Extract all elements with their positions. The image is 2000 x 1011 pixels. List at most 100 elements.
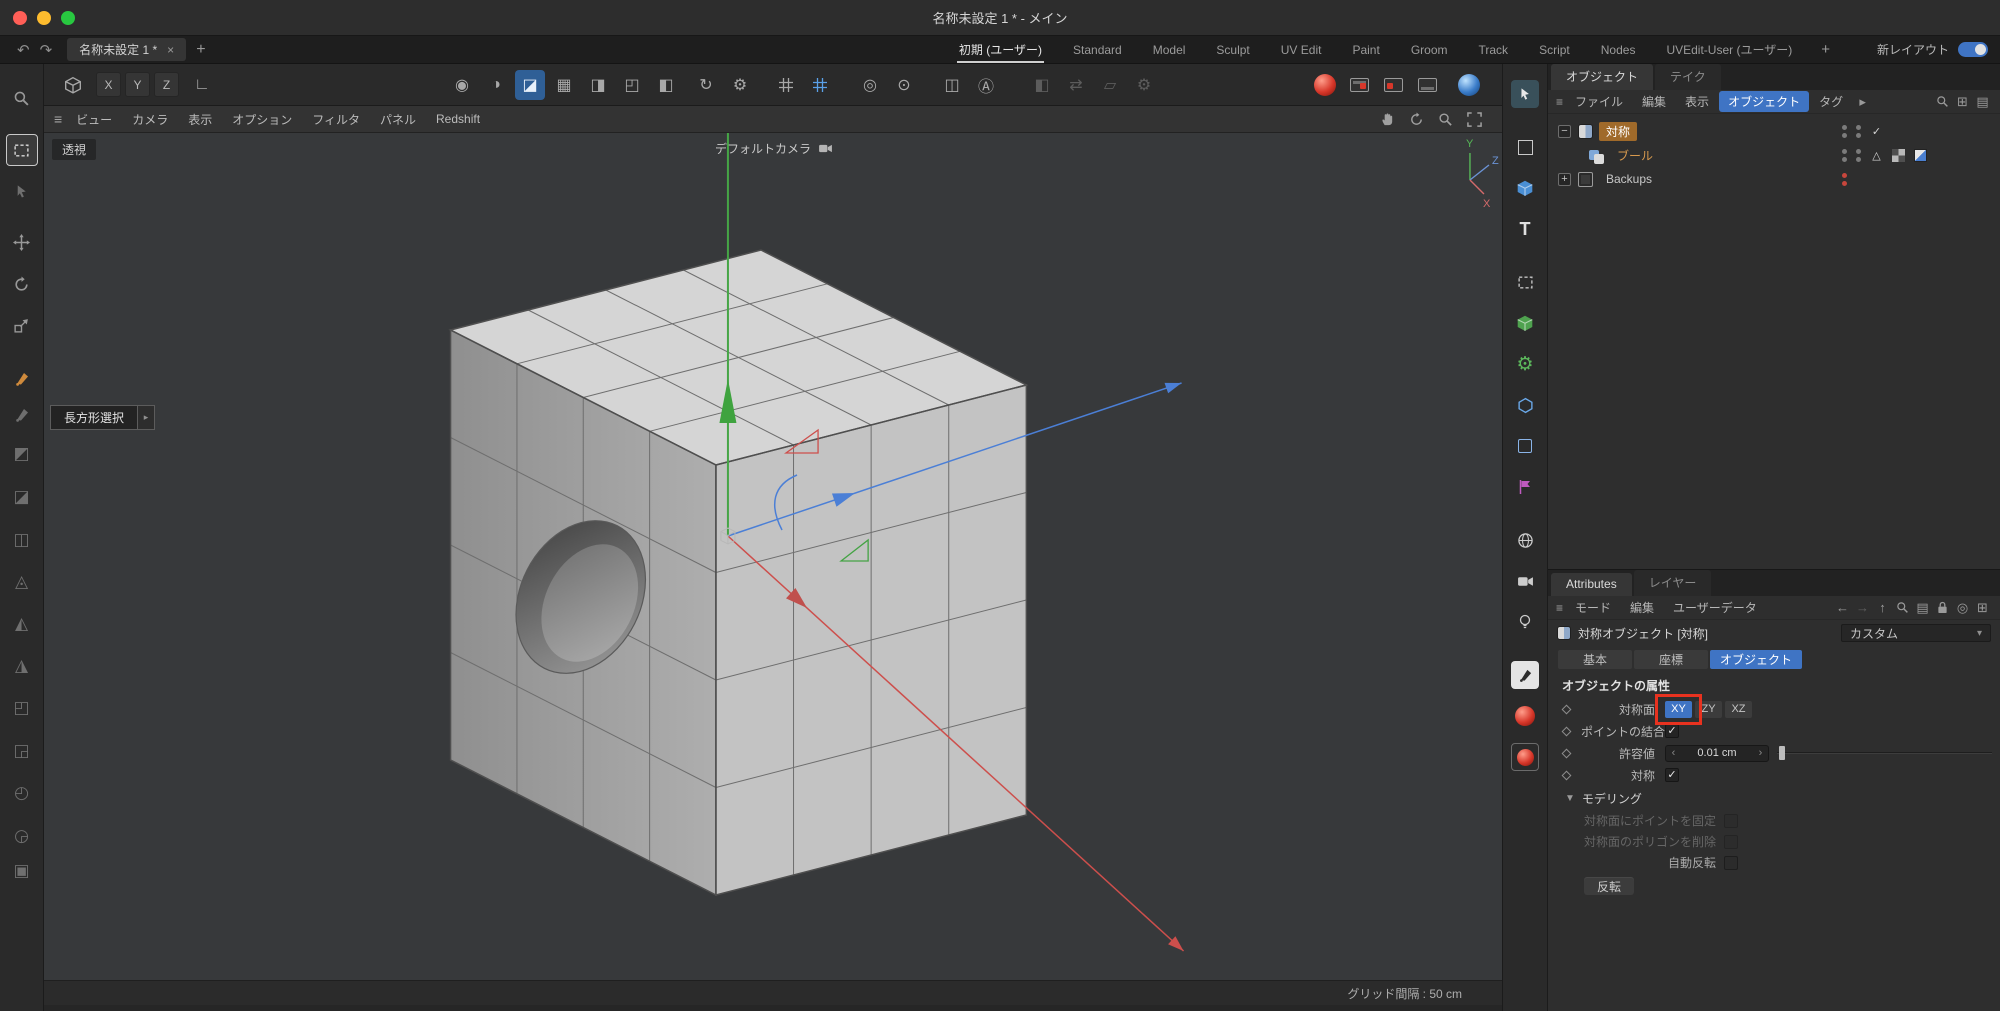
viewport-canvas[interactable]: Y Z X 透視 デフォルトカメラ 長方形選択 ▸ <box>44 133 1502 980</box>
render-settings-button[interactable] <box>1378 70 1408 100</box>
filter-path-icon[interactable]: ⊞ <box>1953 94 1972 110</box>
tolerance-slider[interactable] <box>1777 746 1992 760</box>
workplane-mode-button[interactable]: ◫ <box>937 70 967 100</box>
stepper-increment-icon[interactable]: › <box>1753 747 1768 759</box>
interactive-render-button[interactable] <box>1454 70 1484 100</box>
quantize-button[interactable]: ⊙ <box>889 70 919 100</box>
redo-icon[interactable]: ↷ <box>35 41 58 59</box>
move-tool-icon[interactable] <box>6 226 38 258</box>
om-menu-tags[interactable]: タグ <box>1810 91 1852 112</box>
undo-icon[interactable]: ↶ <box>12 41 35 59</box>
blue-cube-icon[interactable] <box>1511 174 1539 202</box>
document-tab[interactable]: 名称未設定 1 * × <box>67 38 187 61</box>
modeling-tool-icon[interactable]: ◰ <box>6 692 38 724</box>
make-editable-button[interactable]: ◉ <box>447 70 477 100</box>
viewport-menu-options[interactable]: オプション <box>222 108 302 131</box>
layout-tab-uvedit[interactable]: UV Edit <box>1279 38 1324 62</box>
section-tab-object[interactable]: オブジェクト <box>1710 649 1803 669</box>
modeling-tool-icon[interactable]: ◪ <box>6 481 38 513</box>
stepper-decrement-icon[interactable]: ‹ <box>1666 747 1681 759</box>
attr-menu-edit[interactable]: 編集 <box>1621 597 1663 618</box>
section-tab-coordinates[interactable]: 座標 <box>1634 649 1708 669</box>
scale-tool-icon[interactable] <box>6 309 38 341</box>
section-tab-basic[interactable]: 基本 <box>1558 649 1632 669</box>
preset-dropdown[interactable]: カスタム ▾ <box>1841 624 1991 642</box>
modeling-tool-icon[interactable]: ◩ <box>6 438 38 470</box>
collapse-icon[interactable]: − <box>1558 124 1571 138</box>
render-visibility-dots[interactable] <box>1856 124 1861 138</box>
lock-icon[interactable] <box>1933 601 1952 614</box>
modeling-tool-icon[interactable]: ◭ <box>6 608 38 640</box>
live-select-tool-icon[interactable] <box>6 175 38 207</box>
modeling-tool-icon[interactable]: ◲ <box>6 735 38 767</box>
spline-icon[interactable] <box>1511 268 1539 296</box>
modeling-tool-icon[interactable]: ◮ <box>6 650 38 682</box>
keyframe-diamond-icon[interactable] <box>1561 704 1572 714</box>
layout-tab-groom[interactable]: Groom <box>1409 38 1450 62</box>
camera-label[interactable]: デフォルトカメラ <box>664 140 884 157</box>
close-window-button[interactable] <box>13 10 27 25</box>
edge-mode-button[interactable]: ◨ <box>583 70 613 100</box>
cube-mesh[interactable] <box>448 249 1029 897</box>
field-flag-icon[interactable] <box>1511 473 1539 501</box>
track-icon[interactable]: ◎ <box>1953 600 1972 616</box>
attribute-menu-icon[interactable]: ≡ <box>1556 601 1563 615</box>
model-mode-button[interactable]: ◑ <box>481 70 511 100</box>
keyframe-diamond-icon[interactable] <box>1561 748 1572 758</box>
viewport-menu-filter[interactable]: フィルタ <box>302 108 370 131</box>
render-picture-viewer-button[interactable] <box>1344 70 1374 100</box>
viewport-menu-display[interactable]: 表示 <box>178 108 222 131</box>
slider-handle[interactable] <box>1779 746 1785 760</box>
close-document-icon[interactable]: × <box>167 43 174 57</box>
viewport-menu-panel[interactable]: パネル <box>370 108 426 131</box>
editor-visibility-dots[interactable] <box>1842 124 1847 138</box>
sculpt-pen-tool-icon[interactable] <box>6 399 38 431</box>
material-ball-icon[interactable] <box>1511 702 1539 730</box>
layout-tab-uvedit-user[interactable]: UVEdit-User (ユーザー) <box>1664 36 1794 63</box>
editor-visibility-dots[interactable] <box>1842 148 1847 162</box>
attr-menu-mode[interactable]: モード <box>1566 597 1620 618</box>
material-frame-icon[interactable] <box>1511 743 1539 771</box>
auto-snap-button[interactable]: Ⓐ <box>971 70 1001 100</box>
mirror-plane-xy-button[interactable]: XY <box>1665 700 1692 718</box>
environment-globe-icon[interactable] <box>1511 526 1539 554</box>
grid-snap-button[interactable] <box>771 70 801 100</box>
axis-x-lock-button[interactable]: X <box>96 72 121 97</box>
viewport-menu-icon[interactable]: ≡ <box>54 111 62 127</box>
keyframe-diamond-icon[interactable] <box>1561 726 1572 736</box>
object-name[interactable]: ブール <box>1610 146 1660 165</box>
render-visibility-dots[interactable] <box>1856 148 1861 162</box>
flip-button[interactable]: 反転 <box>1584 877 1635 895</box>
pointer-icon[interactable] <box>1511 80 1539 108</box>
material-pen-icon[interactable] <box>1511 661 1539 689</box>
light-bulb-icon[interactable] <box>1511 608 1539 636</box>
toggle-fullscreen-icon[interactable] <box>1467 112 1482 127</box>
layout-tab-startup[interactable]: 初期 (ユーザー) <box>956 36 1045 63</box>
tool-hint-expander[interactable]: ▸ <box>138 405 156 430</box>
tolerance-value[interactable]: 0.01 cm <box>1681 747 1753 759</box>
tab-objects[interactable]: オブジェクト <box>1551 64 1654 90</box>
workplane-button[interactable]: ∟ <box>187 70 217 100</box>
zoom-tool-icon[interactable] <box>6 82 38 114</box>
texture-mode-button[interactable]: ◧ <box>651 70 681 100</box>
new-window-icon[interactable]: ⊞ <box>1973 600 1992 616</box>
expand-icon[interactable]: + <box>1558 172 1571 186</box>
tab-layers[interactable]: レイヤー <box>1633 570 1712 596</box>
render-queue-button[interactable] <box>1412 70 1442 100</box>
menu-overflow-icon[interactable]: ▸ <box>1853 94 1872 110</box>
search-icon[interactable] <box>1893 601 1912 614</box>
frame-icon[interactable] <box>1511 133 1539 161</box>
axis-y-lock-button[interactable]: Y <box>125 72 150 97</box>
tab-attributes[interactable]: Attributes <box>1551 573 1632 596</box>
modeling-settings-gear-icon[interactable]: ⚙ <box>725 70 755 100</box>
auto-flip-checkbox[interactable]: ✓ <box>1724 855 1738 870</box>
om-menu-file[interactable]: ファイル <box>1566 91 1632 112</box>
render-view-button[interactable] <box>1310 70 1340 100</box>
tolerance-stepper[interactable]: ‹ 0.01 cm › <box>1665 744 1769 762</box>
layout-tab-nodes[interactable]: Nodes <box>1599 38 1638 62</box>
selection-tag-icon[interactable] <box>1914 148 1927 162</box>
keyframe-diamond-icon[interactable] <box>1561 770 1572 780</box>
enabled-check-icon[interactable]: ✓ <box>1870 125 1883 138</box>
search-icon[interactable] <box>1933 95 1952 108</box>
tab-takes[interactable]: テイク <box>1655 64 1721 90</box>
